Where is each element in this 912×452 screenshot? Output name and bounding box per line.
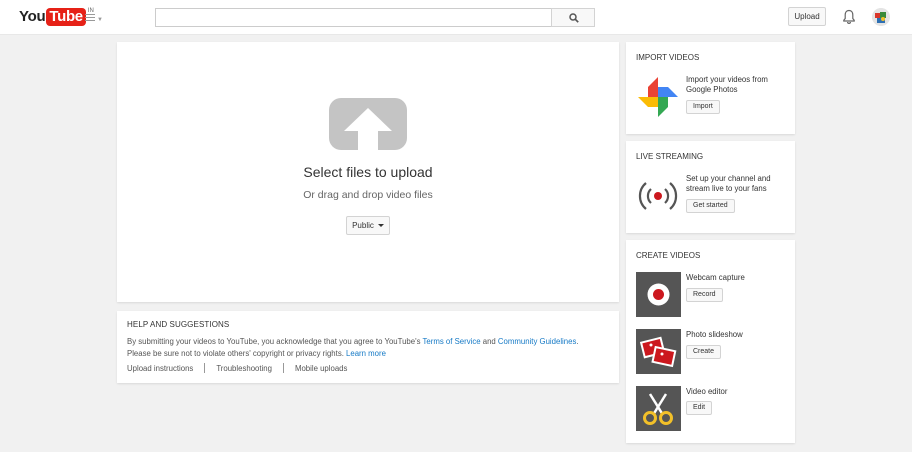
- live-broadcast-icon: [638, 182, 678, 210]
- record-button[interactable]: Record: [686, 288, 723, 302]
- video-editor-label: Video editor: [686, 387, 728, 396]
- create-videos-title: CREATE VIDEOS: [636, 251, 701, 260]
- import-videos-card: IMPORT VIDEOS Import your videos from Go…: [626, 42, 795, 134]
- search-icon: [569, 13, 579, 23]
- upload-arrow-icon[interactable]: [329, 98, 407, 150]
- guide-menu-button[interactable]: ▼: [85, 12, 103, 24]
- upload-instructions-link[interactable]: Upload instructions: [127, 364, 193, 373]
- photo-slideshow-thumbnail[interactable]: [636, 329, 681, 374]
- select-files-label[interactable]: Select files to upload: [117, 164, 619, 180]
- edit-button[interactable]: Edit: [686, 401, 713, 415]
- notifications-bell-icon[interactable]: [842, 9, 856, 25]
- help-text-part: and: [480, 337, 498, 346]
- webcam-capture-label: Webcam capture: [686, 273, 745, 282]
- search-input[interactable]: [155, 8, 551, 27]
- youtube-logo[interactable]: You Tube IN: [19, 8, 94, 26]
- masthead: You Tube IN ▼ Upload: [0, 0, 912, 35]
- slideshow-icon: [639, 336, 677, 368]
- live-streaming-card: LIVE STREAMING Set up your channel and s…: [626, 141, 795, 233]
- divider: [282, 363, 284, 373]
- record-icon: [647, 283, 670, 306]
- import-button[interactable]: Import: [686, 100, 720, 114]
- create-button[interactable]: Create: [686, 345, 722, 359]
- mobile-uploads-link[interactable]: Mobile uploads: [295, 364, 347, 373]
- get-started-button[interactable]: Get started: [686, 199, 735, 213]
- photo-slideshow-label: Photo slideshow: [686, 330, 743, 339]
- webcam-capture-thumbnail[interactable]: [636, 272, 681, 317]
- import-text-line: Google Photos: [686, 85, 738, 94]
- import-videos-text: Import your videos from Google Photos: [686, 75, 786, 95]
- import-text-line: Import your videos from: [686, 75, 768, 84]
- help-title: HELP AND SUGGESTIONS: [127, 320, 230, 329]
- live-streaming-title: LIVE STREAMING: [636, 152, 704, 161]
- help-disclaimer: By submitting your videos to YouTube, yo…: [127, 336, 612, 360]
- upload-button[interactable]: Upload: [788, 7, 826, 26]
- help-suggestions-card: HELP AND SUGGESTIONS By submitting your …: [117, 311, 619, 383]
- learn-more-link[interactable]: Learn more: [346, 349, 386, 358]
- search-button[interactable]: [551, 8, 595, 27]
- logo-you-text: You: [19, 8, 46, 25]
- video-editor-thumbnail[interactable]: [636, 386, 681, 431]
- troubleshooting-link[interactable]: Troubleshooting: [216, 364, 272, 373]
- caret-down-icon: ▼: [97, 17, 103, 23]
- drag-drop-hint: Or drag and drop video files: [303, 189, 433, 201]
- community-guidelines-link[interactable]: Community Guidelines: [498, 337, 576, 346]
- search-bar: [155, 8, 595, 27]
- help-links: Upload instructions Troubleshooting Mobi…: [127, 363, 347, 373]
- caret-down-icon: [377, 224, 384, 228]
- help-text-part: .: [576, 337, 579, 346]
- privacy-select-value: Public: [352, 221, 374, 230]
- privacy-select[interactable]: Public: [346, 216, 390, 235]
- upload-dropzone-card[interactable]: Select files to upload Or drag and drop …: [117, 42, 619, 302]
- import-videos-title: IMPORT VIDEOS: [636, 53, 700, 62]
- live-streaming-text: Set up your channel and stream live to y…: [686, 174, 786, 194]
- live-text-line: Set up your channel and: [686, 174, 771, 183]
- live-text-line: stream live to your fans: [686, 184, 767, 193]
- scissors-icon: [643, 393, 673, 425]
- help-text-part: Please be sure not to violate others' co…: [127, 349, 347, 358]
- help-text-part: By submitting your videos to YouTube, yo…: [127, 337, 423, 346]
- hamburger-icon: [85, 14, 95, 23]
- terms-of-service-link[interactable]: Terms of Service: [423, 337, 481, 346]
- logo-tube-text: Tube: [46, 8, 86, 26]
- create-videos-card: CREATE VIDEOS Webcam capture Record Phot…: [626, 240, 795, 443]
- google-photos-icon: [638, 77, 678, 117]
- avatar-image: [872, 8, 890, 26]
- divider: [204, 363, 206, 373]
- account-avatar[interactable]: [872, 8, 890, 26]
